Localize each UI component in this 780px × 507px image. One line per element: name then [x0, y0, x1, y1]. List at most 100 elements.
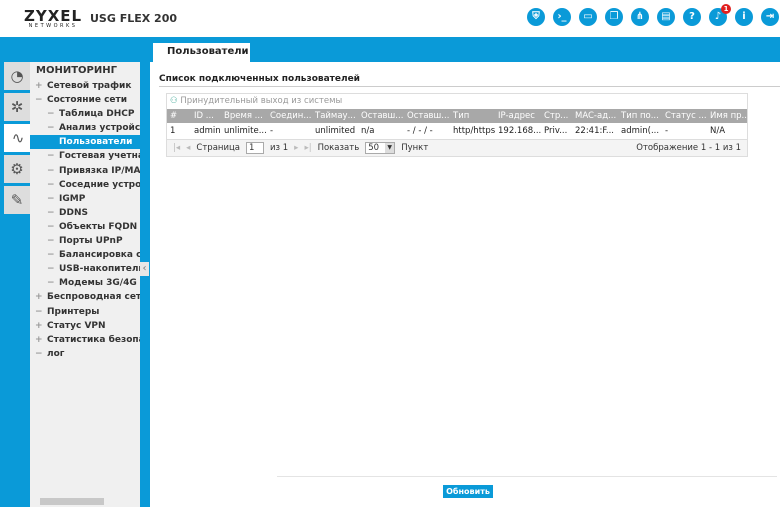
dash-icon: − [47, 236, 55, 247]
column-header[interactable]: ID ... [191, 109, 221, 123]
prev-page-icon[interactable]: ◂ [186, 143, 190, 153]
dash-icon: − [47, 137, 55, 148]
table-cell: 22:41:F... [575, 126, 614, 136]
force-logout-button[interactable]: ⚇ Принудительный выход из системы [167, 94, 747, 109]
expand-icon: + [35, 334, 43, 345]
expand-icon: + [35, 292, 43, 303]
sidebar-item[interactable]: − IGMP [30, 192, 140, 206]
sidebar-item[interactable]: − Таблица DHCP [30, 107, 140, 121]
sidebar-item-label: Пользователи [59, 137, 133, 148]
sidebar-item[interactable]: − Модемы 3G/4G [30, 276, 140, 290]
unit-label: Пункт [401, 143, 429, 153]
windows-icon[interactable]: ❐ [605, 8, 623, 26]
sidebar-item[interactable]: − Порты UPnP [30, 234, 140, 248]
cli-icon[interactable]: ›_ [553, 8, 571, 26]
sidebar-item[interactable]: − лог [30, 347, 140, 361]
device-model: USG FLEX 200 [90, 12, 178, 25]
sidebar-item[interactable]: − DDNS [30, 206, 140, 220]
sidebar-item-label: Порты UPnP [59, 236, 123, 247]
sidebar-item-label: Сетевой трафик [47, 81, 132, 91]
section-title: Список подключенных пользователей [159, 74, 780, 87]
sidebar-item-label: Статус VPN [47, 320, 106, 331]
page-label: Страница [196, 143, 240, 153]
dash-icon: − [47, 123, 55, 134]
chat-icon[interactable]: ▤ [657, 8, 675, 26]
sidebar-item[interactable]: −Анализ устройств [30, 121, 140, 135]
sidebar-item[interactable]: −Гостевая учетная [30, 149, 140, 163]
sidebar-item-label: Гостевая учетная [59, 151, 140, 162]
sidebar-item[interactable]: −Балансировка сер [30, 248, 140, 262]
expand-icon: + [35, 320, 43, 331]
bell-icon[interactable]: ♪ 1 [709, 4, 731, 26]
brand-sub: NETWORKS [28, 23, 78, 29]
column-header[interactable]: Стр... [541, 109, 572, 123]
logout-icon[interactable]: ⇥ [761, 8, 779, 26]
column-header[interactable]: Тип [450, 109, 495, 123]
sidebar-item-label: Таблица DHCP [59, 109, 135, 120]
column-header[interactable]: MAC-ад... [572, 109, 618, 123]
tab-users[interactable]: Пользователи [153, 43, 250, 63]
table-cell: admin(... [621, 126, 660, 136]
sidebar-item-label: Анализ устройств [59, 123, 140, 134]
chevron-down-icon: ▼ [385, 143, 395, 153]
column-header[interactable]: Соедин... [267, 109, 312, 123]
sidebar-item-label: Модемы 3G/4G [59, 278, 137, 289]
monitor-icon[interactable]: ∿ [4, 124, 32, 152]
column-header[interactable]: Время ... [221, 109, 267, 123]
shield-icon[interactable]: ⛨ [527, 8, 545, 26]
column-header[interactable]: IP-адрес [495, 109, 541, 123]
sidebar-item-label: IGMP [59, 193, 86, 204]
page-input[interactable]: 1 [246, 142, 264, 154]
sidebar-item[interactable]: + Беспроводная сеть [30, 290, 140, 304]
next-page-icon[interactable]: ▸ [294, 143, 298, 153]
info-icon[interactable]: i [735, 8, 753, 26]
sidebar-item[interactable]: −Соседние устройс [30, 178, 140, 192]
column-header[interactable]: Оставш... [358, 109, 404, 123]
sidebar-item[interactable]: + Статус VPN [30, 319, 140, 333]
column-header[interactable]: Оставш... [404, 109, 450, 123]
first-page-icon[interactable]: |◂ [173, 143, 180, 153]
header: ZYXEL NETWORKS USG FLEX 200 ⛨ ›_ ▭ ❐ ⋔ ▤? ♪ 1 i ⇥ [0, 0, 780, 37]
sidebar-item[interactable]: − Принтеры [30, 305, 140, 319]
sidebar-item[interactable]: − Пользователи [30, 135, 140, 150]
table-cell: - / - / - [407, 126, 433, 136]
menu-title: МОНИТОРИНГ [36, 65, 117, 76]
dashboard-icon[interactable]: ◔ [4, 62, 30, 90]
sidebar-item[interactable]: + Статистика безопасн [30, 333, 140, 347]
sidebar-item[interactable]: − USB-накопитель [30, 262, 140, 276]
collapse-sidebar-button[interactable]: ‹ [140, 262, 149, 276]
last-page-icon[interactable]: ▸| [304, 143, 311, 153]
refresh-button[interactable]: Обновить [443, 485, 493, 498]
sidebar-item[interactable]: − Объекты FQDN [30, 220, 140, 234]
help-icon[interactable]: ? [683, 8, 701, 26]
column-header[interactable]: Тип по... [618, 109, 662, 123]
brand: ZYXEL [24, 7, 83, 25]
per-page-select[interactable]: 50 ▼ [365, 142, 396, 154]
sidebar-item[interactable]: − Привязка IP/MAC [30, 164, 140, 178]
network-icon[interactable]: ⋔ [631, 8, 649, 26]
sidebar-item-label: Принтеры [47, 306, 100, 317]
gear-icon[interactable]: ⚙ [4, 155, 30, 183]
dash-icon: − [35, 306, 43, 317]
column-header[interactable]: Статус ... [662, 109, 707, 123]
table-cell: 1 [170, 126, 176, 136]
horizontal-scrollbar[interactable] [32, 498, 138, 505]
console-icon[interactable]: ▭ [579, 8, 597, 26]
column-header[interactable]: # [167, 109, 191, 123]
dash-icon: − [47, 193, 55, 204]
wizard-icon[interactable]: ✲ [4, 93, 30, 121]
table-cell: admin [194, 126, 221, 136]
dash-icon: − [35, 348, 43, 359]
sidebar-item[interactable]: − Состояние сети [30, 93, 140, 107]
left-tab-strip: ◔ ✲ ∿ ⚙ ✎ [4, 62, 32, 217]
tools-icon[interactable]: ✎ [4, 186, 30, 214]
header-toolbar: ⛨ ›_ ▭ ❐ ⋔ ▤? ♪ 1 i ⇥ [527, 4, 779, 26]
column-header[interactable]: Имя пр... [707, 109, 747, 123]
table-cell: 192.168... [498, 126, 541, 136]
column-header[interactable]: Таймау... [312, 109, 358, 123]
table-row[interactable]: 1 admin unlimite... - unlimited n/a - / - / -h… [167, 123, 747, 139]
dash-icon: − [47, 207, 55, 218]
sidebar-menu: МОНИТОРИНГ + Сетевой трафик − Состояние сет… [30, 62, 140, 507]
sidebar-item[interactable]: + Сетевой трафик [30, 79, 140, 93]
users-grid: ⚇ Принудительный выход из системы # ID ..… [166, 93, 748, 157]
